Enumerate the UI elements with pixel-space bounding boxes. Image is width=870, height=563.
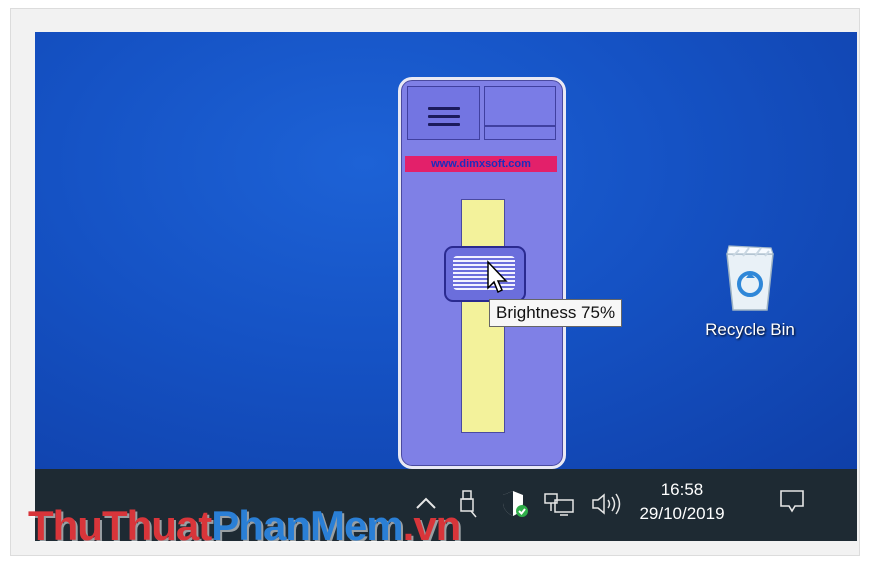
hamburger-icon[interactable] <box>428 107 460 129</box>
watermark: ThuThuatPhanMem.vn <box>28 502 462 550</box>
brightness-slider-thumb[interactable] <box>444 246 526 302</box>
watermark-part1: ThuThuat <box>28 502 212 549</box>
recycle-bin-label: Recycle Bin <box>705 320 795 339</box>
clock-time: 16:58 <box>660 480 704 499</box>
watermark-part3: .vn <box>402 502 462 549</box>
network-icon[interactable] <box>543 491 577 517</box>
clock-date: 29/10/2019 <box>639 504 725 523</box>
mouse-cursor-icon <box>487 260 508 294</box>
recycle-bin-icon <box>726 245 774 311</box>
recycle-bin[interactable]: Recycle Bin <box>700 242 800 340</box>
shield-icon[interactable] <box>500 489 530 519</box>
gadget-menu-panel[interactable] <box>407 86 480 140</box>
brightness-tooltip: Brightness 75% <box>489 299 623 327</box>
watermark-part2: PhanMem <box>211 502 403 549</box>
gadget-display-panel <box>484 86 556 126</box>
brightness-gadget[interactable]: www.dimxsoft.com <box>398 77 566 469</box>
taskbar-clock[interactable]: 16:58 29/10/2019 <box>636 478 728 526</box>
usb-icon[interactable] <box>458 489 478 519</box>
gadget-display-strip <box>484 126 556 140</box>
gadget-website-banner[interactable]: www.dimxsoft.com <box>405 156 557 172</box>
notification-icon[interactable] <box>778 489 806 513</box>
volume-icon[interactable] <box>590 492 622 516</box>
